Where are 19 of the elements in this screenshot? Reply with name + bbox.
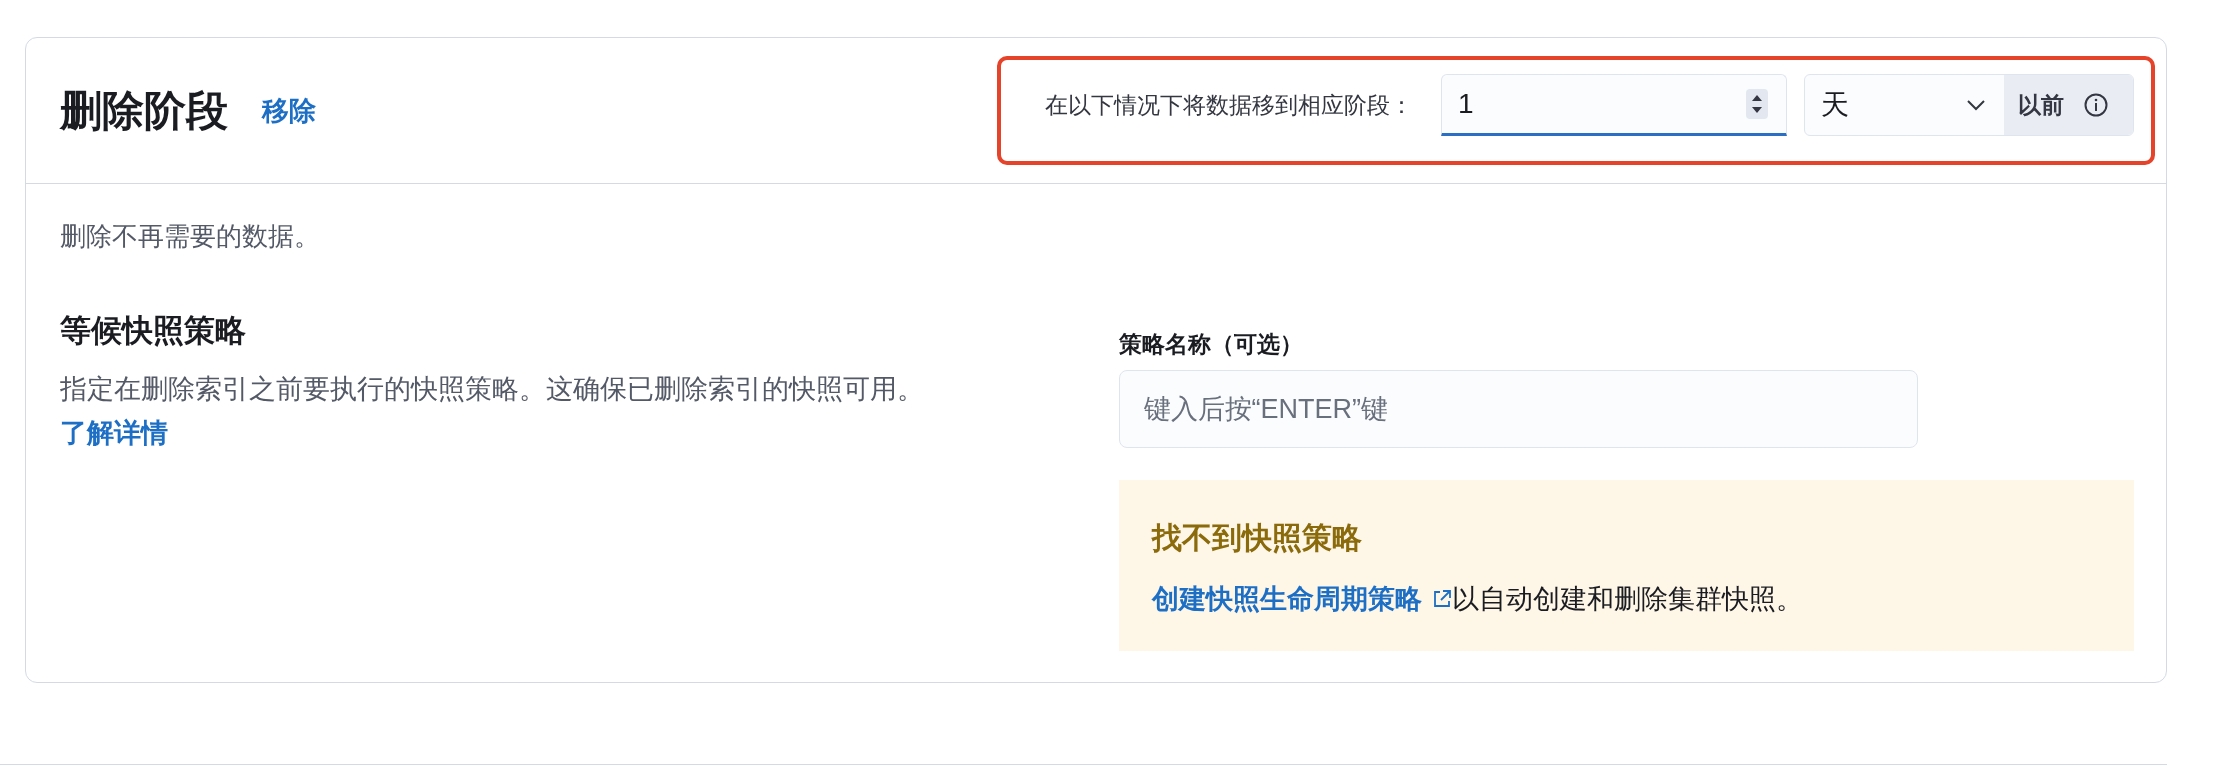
create-policy-link[interactable]: 创建快照生命周期策略 bbox=[1151, 579, 1452, 619]
callout-text: 创建快照生命周期策略 以自动创建和删除集群快照。 bbox=[1151, 579, 2110, 619]
chevron-down-icon bbox=[1966, 99, 1986, 111]
append-text: 以前 bbox=[2018, 91, 2064, 120]
section-title: 等候快照策略 bbox=[60, 312, 247, 350]
callout-title: 找不到快照策略 bbox=[1151, 520, 1363, 556]
policy-name-label: 策略名称（可选） bbox=[1118, 330, 1303, 359]
info-icon[interactable] bbox=[2084, 93, 2108, 117]
stepper-arrows-icon[interactable] bbox=[1746, 89, 1768, 119]
phase-title: 删除阶段 bbox=[60, 85, 228, 136]
remove-link[interactable]: 移除 bbox=[262, 92, 316, 129]
policy-name-input[interactable]: 键入后按“ENTER”键 bbox=[1118, 370, 1918, 448]
move-rule-label: 在以下情况下将数据移到相应阶段： bbox=[1045, 91, 1413, 120]
unit-select[interactable]: 天 bbox=[1805, 75, 2004, 135]
number-input[interactable]: 1 bbox=[1441, 74, 1787, 136]
learn-more-link[interactable]: 了解详情 bbox=[60, 411, 168, 455]
phase-description: 删除不再需要的数据。 bbox=[60, 220, 321, 253]
section-description: 指定在删除索引之前要执行的快照策略。这确保已删除索引的快照可用。 bbox=[60, 373, 925, 406]
external-link-icon bbox=[1431, 589, 1452, 609]
